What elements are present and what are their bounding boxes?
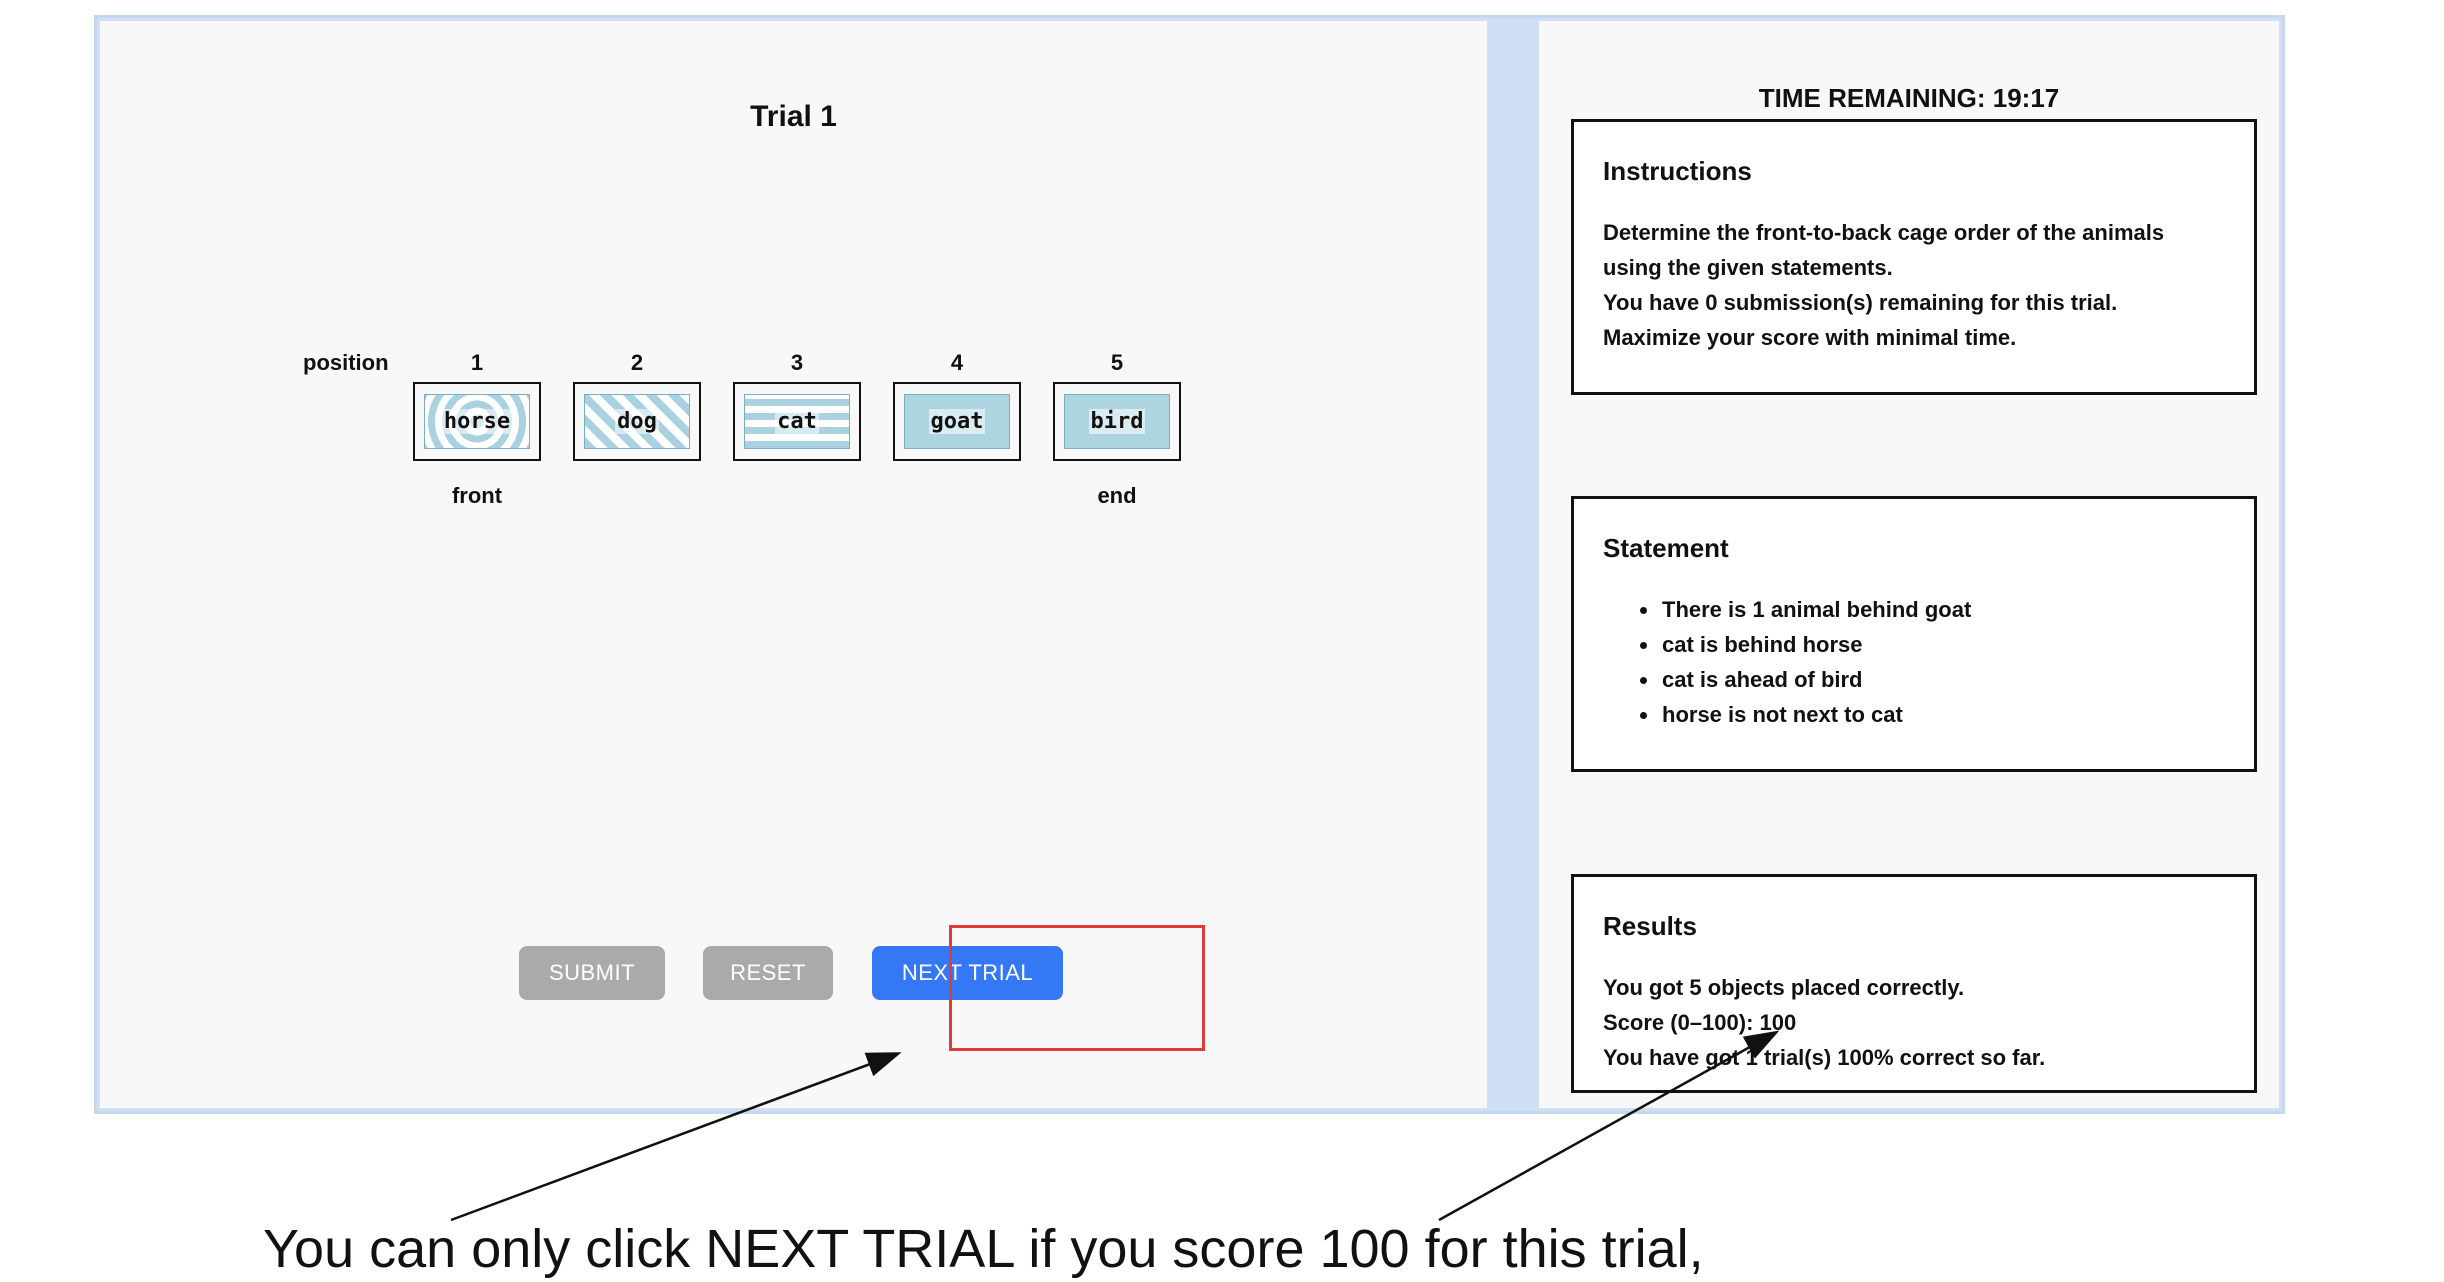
reset-button[interactable]: RESET: [703, 946, 833, 1000]
results-line: Score (0–100): 100: [1603, 1010, 1797, 1035]
statement-box: Statement There is 1 animal behind goat …: [1571, 496, 2257, 772]
statement-item: cat is behind horse: [1640, 632, 1863, 657]
instructions-line: You have 0 submission(s) remaining for t…: [1603, 290, 2118, 315]
cage-pattern-stripes: cat: [744, 394, 850, 449]
cage-pattern-solid: goat: [904, 394, 1010, 449]
results-box: Results You got 5 objects placed correct…: [1571, 874, 2257, 1093]
results-title: Results: [1603, 911, 1697, 941]
cage-goat[interactable]: goat: [893, 382, 1021, 461]
cage-cat[interactable]: cat: [733, 382, 861, 461]
results-line: You have got 1 trial(s) 100% correct so …: [1603, 1045, 2046, 1070]
position-number-5: 5: [1110, 350, 1124, 375]
cage-pattern-checkered: bird: [1064, 394, 1170, 449]
instructions-line: Maximize your score with minimal time.: [1603, 325, 2017, 350]
cage-pattern-diagonal: dog: [584, 394, 690, 449]
cage-pattern-circles: horse: [424, 394, 530, 449]
front-label: front: [451, 483, 503, 508]
cage-label: bird: [1088, 409, 1146, 434]
instructions-box: Instructions Determine the front-to-back…: [1571, 119, 2257, 395]
position-number-3: 3: [790, 350, 804, 375]
submit-button[interactable]: SUBMIT: [519, 946, 665, 1000]
instructions-line: using the given statements.: [1603, 255, 1893, 280]
statement-item: cat is ahead of bird: [1640, 667, 1863, 692]
statement-item: There is 1 animal behind goat: [1639, 597, 1972, 622]
position-number-1: 1: [470, 350, 484, 375]
position-label: position: [303, 350, 389, 375]
trial-title: Trial 1: [750, 100, 837, 133]
cage-dog[interactable]: dog: [573, 382, 701, 461]
info-sidebar: TIME REMAINING: 19:17 Instructions Deter…: [1539, 21, 2279, 1108]
statement-item: horse is not next to cat: [1640, 702, 1903, 727]
position-number-2: 2: [630, 350, 644, 375]
app-frame: Trial 1 position 1 2 3 4 5 horse dog cat…: [94, 15, 2285, 1114]
end-label: end: [1097, 483, 1137, 508]
cage-label: horse: [441, 409, 513, 434]
position-number-4: 4: [950, 350, 964, 375]
time-remaining: TIME REMAINING: 19:17: [1758, 83, 2060, 113]
cage-label: goat: [928, 409, 986, 434]
results-line: You got 5 objects placed correctly.: [1603, 975, 1965, 1000]
task-panel: Trial 1 position 1 2 3 4 5 horse dog cat…: [100, 21, 1487, 1108]
cage-bird[interactable]: bird: [1053, 382, 1181, 461]
annotation-caption: You can only click NEXT TRIAL if you sco…: [263, 1219, 1704, 1279]
next-trial-highlight: [949, 925, 1205, 1051]
instructions-title: Instructions: [1603, 156, 1752, 186]
cage-horse[interactable]: horse: [413, 382, 541, 461]
instructions-line: Determine the front-to-back cage order o…: [1603, 220, 2165, 245]
statement-title: Statement: [1603, 533, 1729, 563]
cage-label: dog: [615, 409, 659, 434]
cage-label: cat: [775, 409, 819, 434]
